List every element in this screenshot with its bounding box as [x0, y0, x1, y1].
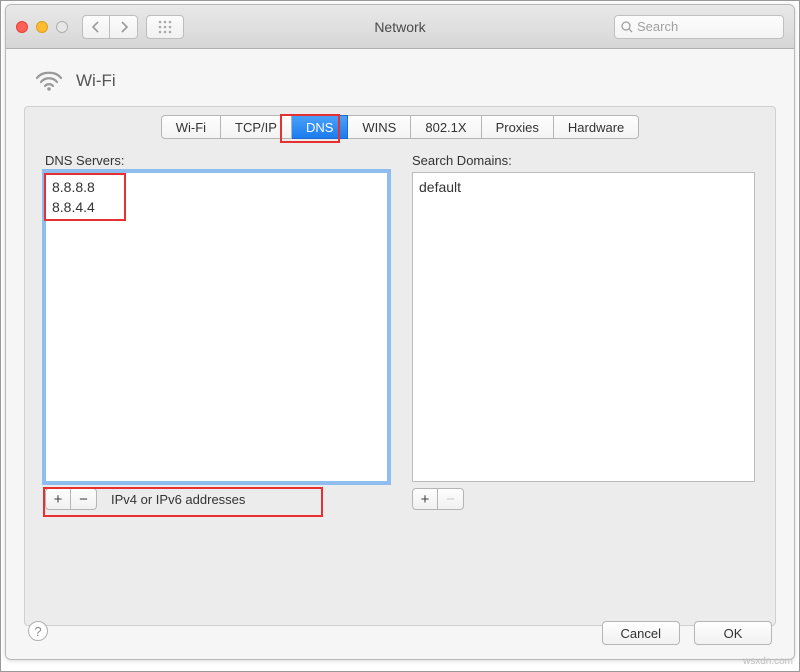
add-dns-button[interactable]: + [45, 488, 71, 510]
show-all-button[interactable] [146, 15, 184, 39]
toolbar: Network Search [6, 5, 794, 49]
tab-dns[interactable]: DNS [292, 115, 348, 139]
close-button[interactable] [16, 21, 28, 33]
watermark: wsxdn.com [743, 656, 793, 667]
minimize-button[interactable] [36, 21, 48, 33]
plus-icon: + [421, 491, 430, 508]
maximize-button[interactable] [56, 21, 68, 33]
window-title: Network [374, 19, 425, 35]
tab-hardware[interactable]: Hardware [554, 115, 639, 139]
page-title: Wi-Fi [76, 71, 116, 91]
search-icon [621, 21, 633, 33]
minus-icon: − [446, 491, 455, 508]
add-domain-button[interactable]: + [412, 488, 438, 510]
search-placeholder: Search [637, 19, 678, 34]
question-icon: ? [34, 624, 41, 639]
list-item[interactable]: 8.8.4.4 [52, 197, 381, 217]
remove-domain-button[interactable]: − [438, 488, 464, 510]
remove-dns-button[interactable]: − [71, 488, 97, 510]
chevron-left-icon [92, 21, 100, 33]
tab-8021x[interactable]: 802.1X [411, 115, 481, 139]
dns-servers-list[interactable]: 8.8.8.8 8.8.4.4 [45, 172, 388, 482]
list-item[interactable]: 8.8.8.8 [52, 177, 381, 197]
tabs: Wi-Fi TCP/IP DNS WINS 802.1X Proxies Har… [45, 115, 755, 139]
chevron-right-icon [120, 21, 128, 33]
cancel-button[interactable]: Cancel [602, 621, 680, 645]
search-field[interactable]: Search [614, 15, 784, 39]
tab-proxies[interactable]: Proxies [482, 115, 554, 139]
settings-panel: Wi-Fi TCP/IP DNS WINS 802.1X Proxies Har… [24, 106, 776, 626]
tab-wifi[interactable]: Wi-Fi [161, 115, 221, 139]
search-domains-label: Search Domains: [412, 153, 755, 168]
ok-button[interactable]: OK [694, 621, 772, 645]
dns-servers-label: DNS Servers: [45, 153, 388, 168]
help-button[interactable]: ? [28, 621, 48, 641]
dns-hint: IPv4 or IPv6 addresses [111, 492, 245, 507]
search-domains-section: Search Domains: default + − [412, 153, 755, 510]
network-preferences-window: Network Search Wi-Fi Wi-Fi TCP/IP [5, 4, 795, 660]
wifi-icon [34, 67, 64, 94]
grid-icon [158, 20, 172, 34]
list-item[interactable]: default [419, 177, 748, 197]
minus-icon: − [79, 491, 88, 508]
plus-icon: + [54, 491, 63, 508]
search-domains-list[interactable]: default [412, 172, 755, 482]
dns-servers-section: DNS Servers: 8.8.8.8 8.8.4.4 + − IPv4 or… [45, 153, 388, 510]
tab-tcpip[interactable]: TCP/IP [221, 115, 292, 139]
window-controls [16, 21, 68, 33]
tab-wins[interactable]: WINS [348, 115, 411, 139]
forward-button[interactable] [110, 15, 138, 39]
back-button[interactable] [82, 15, 110, 39]
